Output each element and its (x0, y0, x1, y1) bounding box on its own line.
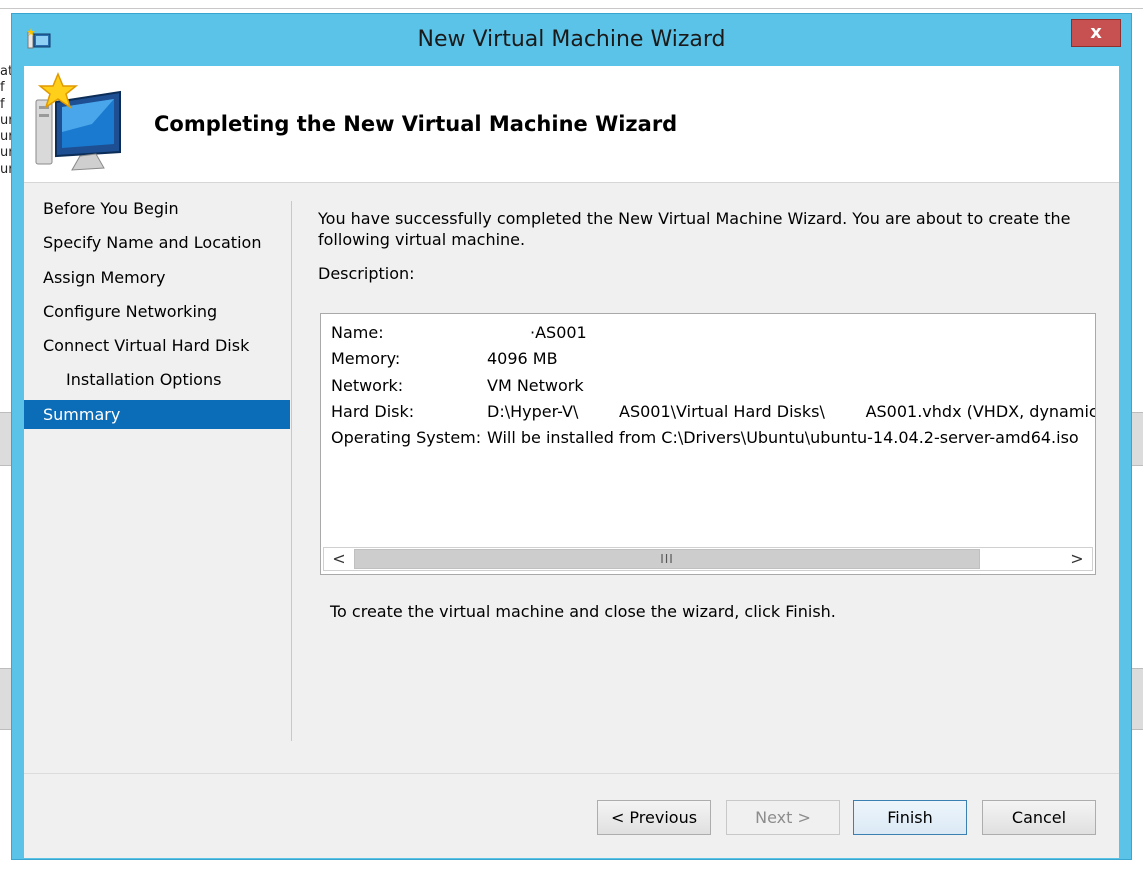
description-row-value: 4096 MB (487, 349, 558, 369)
nav-step-before-you-begin[interactable]: Before You Begin (24, 192, 290, 226)
window-title: New Virtual Machine Wizard (417, 27, 726, 52)
scrollbar-thumb[interactable]: III (354, 549, 980, 569)
description-row-label: Hard Disk: (331, 401, 415, 421)
horizontal-scrollbar[interactable]: < III > (323, 547, 1093, 571)
nav-step-assign-memory[interactable]: Assign Memory (24, 261, 290, 295)
scroll-right-arrow-icon[interactable]: > (1062, 548, 1092, 570)
nav-step-connect-virtual-hard-disk[interactable]: Connect Virtual Hard Disk (24, 329, 290, 363)
description-row-label: Operating System: (331, 428, 482, 448)
description-row-value: D:\Hyper-V\ AS001\Virtual Hard Disks\ AS… (487, 401, 1096, 421)
new-vm-star-monitor-icon (35, 72, 121, 171)
background-panel-left (0, 668, 11, 730)
description-row-label: Name: (331, 323, 384, 342)
nav-step-configure-networking[interactable]: Configure Networking (24, 295, 290, 329)
wizard-steps-nav: Before You Begin Specify Name and Locati… (24, 183, 290, 429)
description-row-network: Network: VM Network (331, 373, 1095, 399)
description-row-operating-system: Operating System: Will be installed from… (331, 425, 1095, 451)
description-box[interactable]: Name: ·AS001 Memory: 4096 MB Network: VM… (320, 313, 1096, 575)
background-panel-left (0, 412, 11, 466)
finish-button[interactable]: Finish (853, 800, 967, 835)
scroll-left-arrow-icon[interactable]: < (324, 548, 354, 570)
description-row-value: VM Network (487, 375, 584, 395)
next-button[interactable]: Next > (726, 800, 840, 835)
nav-step-specify-name-location[interactable]: Specify Name and Location (24, 226, 290, 260)
close-button[interactable]: x (1071, 19, 1121, 47)
wizard-window: New Virtual Machine Wizard x Completing … (11, 13, 1132, 860)
nav-step-summary[interactable]: Summary (24, 399, 290, 429)
background-panel-right (1132, 412, 1143, 466)
description-row-label: Memory: (331, 349, 401, 369)
description-list: Name: ·AS001 Memory: 4096 MB Network: VM… (331, 320, 1095, 451)
title-bar[interactable]: New Virtual Machine Wizard x (12, 14, 1131, 66)
wizard-client-area: Completing the New Virtual Machine Wizar… (24, 66, 1119, 858)
background-window-edge (0, 8, 1143, 9)
description-row-value: ·AS001 (530, 323, 587, 342)
previous-button[interactable]: < Previous (597, 800, 711, 835)
background-panel-right (1132, 668, 1143, 730)
description-row-value: Will be installed from C:\Drivers\Ubuntu… (487, 428, 1079, 448)
nav-divider (291, 201, 292, 741)
description-row-label: Network: (331, 375, 404, 395)
nav-step-installation-options[interactable]: Installation Options (24, 363, 290, 397)
completion-message: You have successfully completed the New … (318, 209, 1071, 249)
description-label: Description: (318, 264, 415, 283)
page-title: Completing the New Virtual Machine Wizar… (154, 112, 678, 136)
description-row-name: Name: ·AS001 (331, 320, 1095, 346)
wizard-header: Completing the New Virtual Machine Wizar… (24, 66, 1119, 183)
cancel-button[interactable]: Cancel (982, 800, 1096, 835)
finish-instructions: To create the virtual machine and close … (330, 602, 836, 621)
description-row-hard-disk: Hard Disk: D:\Hyper-V\ AS001\Virtual Har… (331, 399, 1095, 425)
description-row-memory: Memory: 4096 MB (331, 346, 1095, 372)
footer-divider (24, 773, 1119, 774)
